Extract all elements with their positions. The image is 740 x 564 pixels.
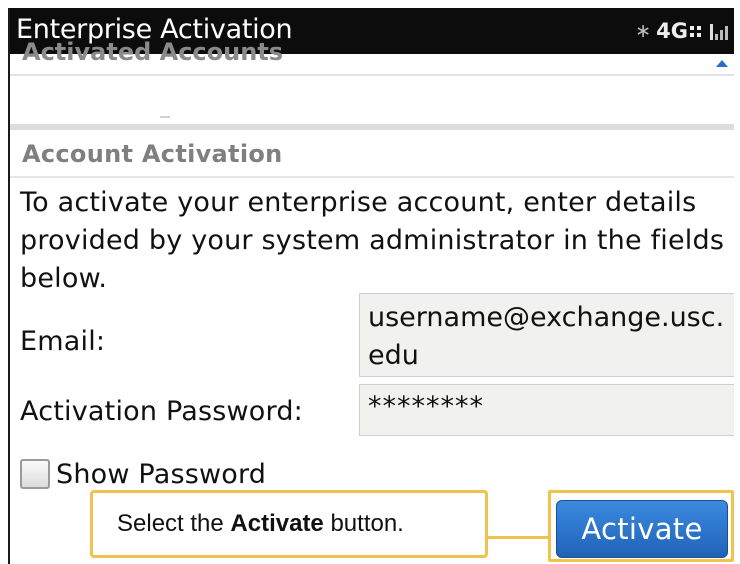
activate-button[interactable]: Activate [556,500,728,558]
email-field[interactable]: username@exchange.usc.edu [359,293,734,377]
scroll-up-arrow-icon[interactable] [716,60,728,67]
status-indicators: ∗ 4G [635,16,728,46]
activation-instructions: To activate your enterprise account, ent… [20,187,725,294]
header-separator [10,176,734,178]
activated-accounts-section: Activated Accounts [10,38,734,124]
activation-password-field[interactable]: ******** [359,384,734,436]
callout-text-bold: Activate [230,510,324,537]
data-activity-icon [690,25,701,37]
network-type: 4G [656,19,688,43]
email-label: Email: [20,326,106,357]
show-password-checkbox[interactable] [20,459,50,489]
account-activation-header: Account Activation [22,140,283,168]
signal-strength-icon [710,22,728,40]
device-screen: Enterprise Activation ∗ 4G Activated Acc… [8,8,734,564]
callout-text-suffix: button. [323,510,404,537]
callout-connector [488,536,550,539]
section-divider [10,124,734,130]
show-password-row[interactable]: Show Password [20,454,266,494]
show-password-label: Show Password [56,458,267,490]
bluetooth-icon: ∗ [635,20,652,42]
list-placeholder [160,116,170,118]
separator [10,74,734,76]
callout-text-prefix: Select the [117,510,231,537]
activated-accounts-header: Activated Accounts [22,38,284,66]
instruction-callout: Select the Activate button. [90,490,488,558]
activation-password-label: Activation Password: [20,396,303,427]
